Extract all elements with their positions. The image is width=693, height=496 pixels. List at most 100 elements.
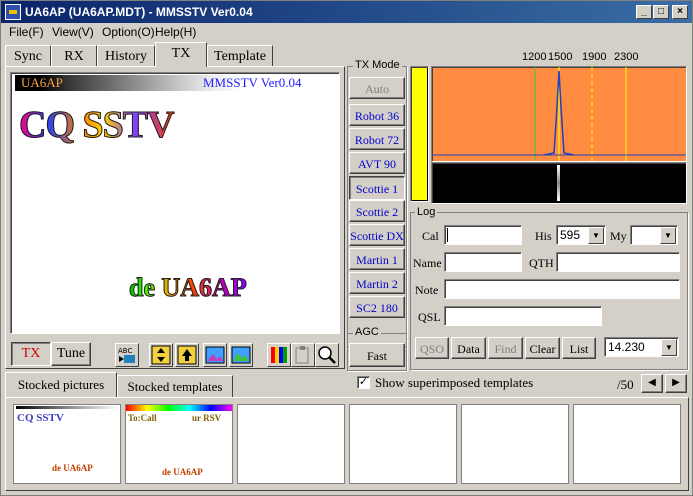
qth-input[interactable] xyxy=(556,252,680,272)
stock-prev-button[interactable]: ◀ xyxy=(641,374,663,393)
waterfall-trace xyxy=(557,165,560,201)
mode-scottie1-button[interactable]: Scottie 1 xyxy=(349,176,405,200)
qsl-label: QSL xyxy=(418,310,441,324)
text-overlay-icon[interactable]: ABC xyxy=(115,343,139,367)
preview-version: MMSSTV Ver0.04 xyxy=(203,75,302,90)
mode-martin1-button[interactable]: Martin 1 xyxy=(349,248,405,270)
his-value: 595 xyxy=(560,228,581,242)
fit-vertical-icon[interactable] xyxy=(149,343,173,367)
svg-text:ABC: ABC xyxy=(118,347,132,355)
arrow-right-icon: ▶ xyxy=(672,377,680,388)
mode-robot36-button[interactable]: Robot 36 xyxy=(349,104,405,126)
tab-tx[interactable]: TX xyxy=(155,42,207,67)
stock-thumb-6[interactable] xyxy=(573,404,681,484)
mode-scottiedx-button[interactable]: Scottie DX xyxy=(349,224,405,246)
his-label: His xyxy=(535,229,552,243)
name-label: Name xyxy=(413,256,442,270)
menu-view[interactable]: View(V) xyxy=(52,25,94,39)
app-icon xyxy=(5,4,21,20)
waterfall-display[interactable] xyxy=(431,162,687,204)
close-button[interactable]: × xyxy=(672,5,688,19)
thumb2-rsv-text: ur RSV xyxy=(192,413,222,423)
tab-stocked-pictures[interactable]: Stocked pictures xyxy=(5,372,117,397)
stock-next-button[interactable]: ▶ xyxy=(665,374,687,393)
cal-label: Cal xyxy=(422,229,439,243)
note-input[interactable] xyxy=(444,279,680,299)
my-label: My xyxy=(610,229,627,243)
mode-sc2-180-button[interactable]: SC2 180 xyxy=(349,296,405,318)
menu-option[interactable]: Option(O) xyxy=(102,25,155,39)
stock-thumb-5[interactable] xyxy=(461,404,569,484)
agc-fast-button[interactable]: Fast xyxy=(349,343,405,367)
tab-sync[interactable]: Sync xyxy=(5,45,51,67)
main-window: UA6AP (UA6AP.MDT) - MMSSTV Ver0.04 _ □ ×… xyxy=(0,0,693,496)
spectrum-display[interactable] xyxy=(431,66,687,162)
capture-image-icon[interactable] xyxy=(229,343,253,367)
tx-mode-title: TX Mode xyxy=(353,59,402,71)
note-label: Note xyxy=(415,283,439,297)
stock-thumb-2[interactable]: To:Call ur RSV de UA6AP xyxy=(125,404,233,484)
mode-scottie2-button[interactable]: Scottie 2 xyxy=(349,200,405,222)
clear-button[interactable]: Clear xyxy=(525,337,560,359)
his-dropdown-icon[interactable]: ▼ xyxy=(588,227,604,244)
spectrum-tick-1200: 1200 xyxy=(522,51,547,63)
mode-avt90-button[interactable]: AVT 90 xyxy=(349,152,405,174)
stock-thumb-4[interactable] xyxy=(349,404,457,484)
show-superimposed-checkbox[interactable]: ✓ xyxy=(357,376,370,389)
thumb1-cq-text: CQ SSTV xyxy=(17,412,64,424)
zoom-icon[interactable] xyxy=(315,343,339,367)
cal-input[interactable] xyxy=(444,225,522,245)
thumb1-header xyxy=(16,406,118,409)
data-button[interactable]: Data xyxy=(451,337,486,359)
title-bar[interactable]: UA6AP (UA6AP.MDT) - MMSSTV Ver0.04 _ □ × xyxy=(1,1,692,23)
tab-history[interactable]: History xyxy=(97,45,155,67)
his-combo[interactable]: 595 ▼ xyxy=(556,225,606,245)
show-superimposed-label: Show superimposed templates xyxy=(375,375,534,390)
thumb2-color-bar xyxy=(126,405,232,411)
list-button[interactable]: List xyxy=(562,337,596,359)
frequency-value: 14.230 xyxy=(608,340,645,354)
stock-thumb-3[interactable] xyxy=(237,404,345,484)
menu-help[interactable]: Help(H) xyxy=(155,25,196,39)
mode-robot72-button[interactable]: Robot 72 xyxy=(349,128,405,150)
tx-preview-frame: UA6AP MMSSTV Ver0.04 CQ SSTV de UA6AP xyxy=(10,72,340,334)
name-input[interactable] xyxy=(444,252,522,272)
menu-bar: File(F) View(V) Option(O) Help(H) xyxy=(1,23,692,41)
color-bars-icon[interactable] xyxy=(267,343,291,367)
tab-rx[interactable]: RX xyxy=(51,45,97,67)
mode-martin2-button[interactable]: Martin 2 xyxy=(349,272,405,294)
preview-cq-text: CQ SSTV xyxy=(19,104,176,147)
menu-file[interactable]: File(F) xyxy=(9,25,44,39)
level-meter-fill xyxy=(412,68,427,200)
fit-up-icon[interactable] xyxy=(175,343,199,367)
stock-counter: /50 xyxy=(617,377,634,392)
maximize-button[interactable]: □ xyxy=(653,5,669,19)
tx-button[interactable]: TX xyxy=(11,342,51,366)
spectrum-tick-1500: 1500 xyxy=(548,51,573,63)
text-caret xyxy=(447,228,448,242)
preview-de-text: de UA6AP xyxy=(129,273,248,303)
window-title: UA6AP (UA6AP.MDT) - MMSSTV Ver0.04 xyxy=(25,5,253,19)
find-button[interactable]: Find xyxy=(488,337,523,359)
thumb1-de-text: de UA6AP xyxy=(52,463,93,473)
load-image-icon[interactable] xyxy=(203,343,227,367)
spectrum-tick-2300: 2300 xyxy=(614,51,639,63)
frequency-combo[interactable]: 14.230 ▼ xyxy=(604,337,679,357)
log-title: Log xyxy=(415,206,438,218)
preview-callsign: UA6AP xyxy=(21,75,63,90)
tab-stocked-templates[interactable]: Stocked templates xyxy=(117,375,233,397)
frequency-dropdown-icon[interactable]: ▼ xyxy=(661,339,677,356)
qsl-input[interactable] xyxy=(444,306,602,326)
thumb2-to-text: To:Call xyxy=(128,413,157,423)
tab-template[interactable]: Template xyxy=(207,45,273,67)
qso-button[interactable]: QSO xyxy=(415,337,449,359)
stock-thumb-1[interactable]: CQ SSTV de UA6AP xyxy=(13,404,121,484)
paste-icon[interactable] xyxy=(291,343,315,367)
minimize-button[interactable]: _ xyxy=(636,5,652,19)
thumb2-de-text: de UA6AP xyxy=(162,467,203,477)
my-combo[interactable]: ▼ xyxy=(630,225,678,245)
qth-label: QTH xyxy=(529,256,554,270)
tune-button[interactable]: Tune xyxy=(51,342,91,366)
my-dropdown-icon[interactable]: ▼ xyxy=(660,227,676,244)
mode-auto-button[interactable]: Auto xyxy=(349,77,405,99)
